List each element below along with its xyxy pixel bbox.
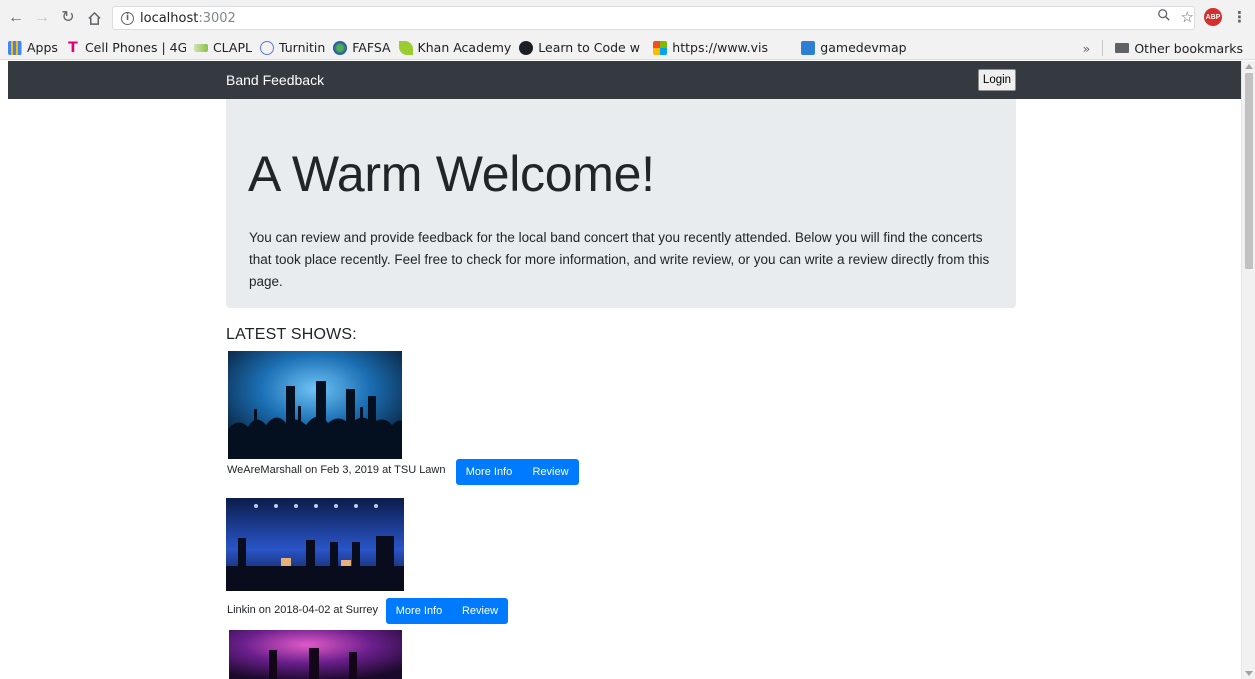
star-bookmark-icon[interactable]: ☆ <box>1181 8 1194 26</box>
bookmarks-overflow-chevron-icon[interactable]: » <box>1083 41 1091 56</box>
scroll-up-arrow-icon[interactable] <box>1245 64 1253 69</box>
more-info-button[interactable]: More Info <box>386 598 452 624</box>
more-info-button[interactable]: More Info <box>456 459 522 485</box>
bookmark-clapl[interactable]: CLAPL <box>193 40 252 55</box>
fafsa-globe-icon <box>333 40 348 55</box>
back-arrow-icon[interactable]: ← <box>6 8 26 28</box>
menu-kebab-icon[interactable]: ⋮ <box>1232 8 1247 26</box>
navbar-brand[interactable]: Band Feedback <box>226 72 324 88</box>
welcome-description: You can review and provide feedback for … <box>249 230 990 289</box>
welcome-title: A Warm Welcome! <box>248 146 655 202</box>
show-image-wearemarshall <box>228 351 402 459</box>
url-host: localhost <box>140 10 199 26</box>
tmobile-logo-icon: T <box>68 40 78 55</box>
github-icon <box>519 40 534 55</box>
page-viewport: Band Feedback Login A Warm Welcome! You … <box>8 61 1241 679</box>
show-caption: WeAreMarshall on Feb 3, 2019 at TSU Lawn <box>227 464 446 476</box>
bookmarks-divider <box>1102 40 1104 56</box>
show-image-linkin <box>226 498 404 591</box>
bookmark-fafsa[interactable]: FAFSA <box>333 40 391 55</box>
clapl-icon <box>193 43 208 52</box>
home-icon[interactable] <box>84 8 104 28</box>
navbar: Band Feedback Login <box>8 61 1241 99</box>
forward-arrow-icon[interactable]: → <box>32 8 52 28</box>
login-button[interactable]: Login <box>978 69 1016 91</box>
show-caption: Linkin on 2018-04-02 at Surrey <box>227 604 379 616</box>
zoom-icon[interactable] <box>1157 8 1171 26</box>
apps-grid-icon <box>8 40 22 55</box>
address-bar[interactable]: i localhost:3002 <box>112 6 1195 30</box>
browser-toolbar: ← → ↻ i localhost:3002 ☆ ABP ⋮ <box>0 0 1255 36</box>
review-button[interactable]: Review <box>452 598 508 624</box>
bookmark-cell-phones[interactable]: T Cell Phones | 4G <box>66 40 186 55</box>
folder-icon <box>1115 43 1130 53</box>
khan-academy-leaf-icon <box>398 40 413 55</box>
show-image-third <box>229 630 402 679</box>
info-icon[interactable]: i <box>121 11 134 25</box>
scroll-thumb[interactable] <box>1245 73 1253 269</box>
review-button[interactable]: Review <box>522 459 579 485</box>
gamedevmap-icon <box>801 40 816 55</box>
bookmark-gamedevmap[interactable]: gamedevmap <box>801 40 907 55</box>
bookmark-learn-to-code[interactable]: Learn to Code w <box>519 40 645 55</box>
bookmark-visual-studio[interactable]: https://www.vis <box>653 40 793 55</box>
bookmark-apps[interactable]: Apps <box>8 40 58 55</box>
microsoft-logo-icon <box>653 40 668 55</box>
bookmark-turnitin[interactable]: Turnitin <box>259 40 325 55</box>
scroll-down-arrow-icon[interactable] <box>1245 671 1253 676</box>
other-bookmarks[interactable]: Other bookmarks <box>1115 41 1243 56</box>
adblock-plus-icon[interactable]: ABP <box>1204 8 1222 26</box>
welcome-jumbotron: A Warm Welcome! You can review and provi… <box>226 99 1016 308</box>
url-port: :3002 <box>198 10 236 26</box>
bookmarks-bar: Apps T Cell Phones | 4G CLAPL Turnitin F… <box>0 36 1255 60</box>
page-scrollbar[interactable] <box>1241 61 1255 679</box>
latest-shows-heading: LATEST SHOWS: <box>226 326 357 343</box>
reload-icon[interactable]: ↻ <box>58 8 78 28</box>
bookmark-khan-academy[interactable]: Khan Academy <box>398 40 511 55</box>
turnitin-icon <box>259 40 274 55</box>
